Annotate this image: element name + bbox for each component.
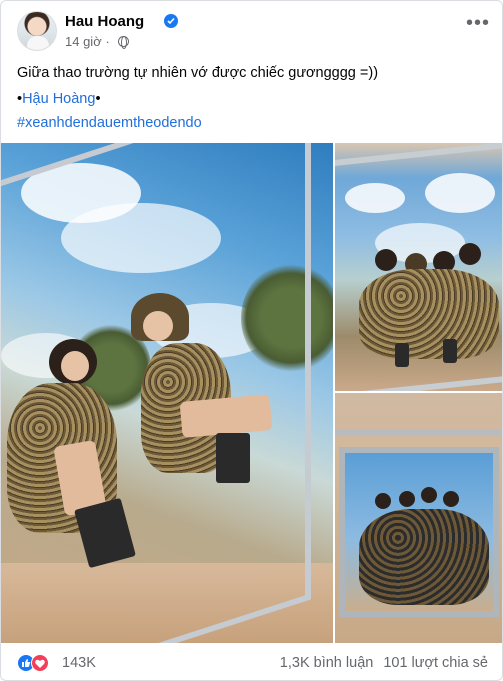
love-reaction-icon[interactable] (31, 654, 49, 672)
photo-main[interactable] (1, 143, 333, 643)
facebook-post: Hau Hoang 14 giờ · ••• Giữa thao trường … (0, 0, 503, 681)
author-avatar[interactable] (17, 11, 57, 51)
more-options-icon[interactable]: ••• (464, 13, 492, 37)
post-caption: Giữa thao trường tự nhiên vớ được chiếc … (17, 65, 379, 81)
reactions-count[interactable]: 143K (62, 655, 96, 671)
post-timestamp[interactable]: 14 giờ (65, 34, 102, 49)
photo-top-right[interactable] (335, 143, 502, 391)
post-footer: 143K 1,3K bình luận 101 lượt chia sẻ (17, 651, 488, 675)
post-mention-line: •Hậu Hoàng• (17, 91, 101, 107)
photo-bottom-right[interactable] (335, 393, 502, 643)
post-header: Hau Hoang 14 giờ · ••• (17, 11, 492, 53)
shares-count[interactable]: 101 lượt chia sẻ (383, 655, 488, 671)
verified-badge-icon (164, 14, 178, 28)
hashtag-link[interactable]: #xeanhdendauemtheodendo (17, 114, 492, 133)
engagement-stats: 1,3K bình luận 101 lượt chia sẻ (280, 655, 488, 671)
comments-count[interactable]: 1,3K bình luận (280, 655, 374, 671)
post-meta: 14 giờ · (65, 34, 130, 49)
globe-icon[interactable] (118, 35, 130, 49)
mention-link[interactable]: Hậu Hoàng (22, 91, 95, 107)
author-name[interactable]: Hau Hoang (65, 13, 144, 30)
